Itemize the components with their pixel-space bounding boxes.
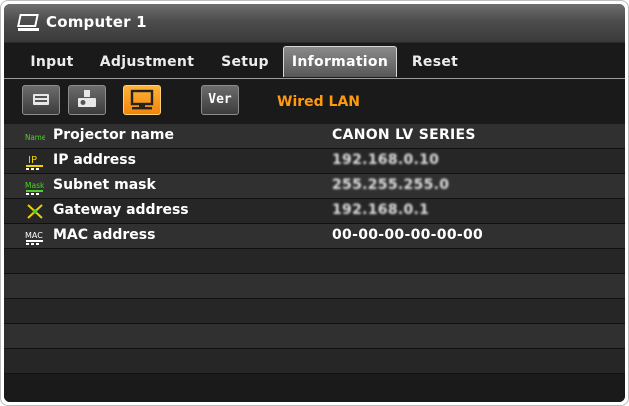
title-bar: Computer 1 — [4, 4, 625, 43]
empty-row — [4, 249, 625, 274]
display-info-button[interactable] — [22, 85, 60, 115]
empty-row — [4, 349, 625, 374]
tab-reset[interactable]: Reset — [404, 49, 466, 75]
tab-input[interactable]: Input — [22, 49, 82, 75]
row-label: Subnet mask — [53, 177, 156, 193]
info-list: Name Projector name CANON LV SERIES IP I… — [4, 124, 625, 374]
network-lan-icon — [130, 89, 154, 110]
version-icon: Ver — [208, 92, 232, 107]
footer-bar — [4, 380, 625, 402]
projector-menu-frame: Computer 1 Input Adjustment Setup Inform… — [0, 0, 629, 406]
mask-icon: Mask — [25, 181, 45, 195]
mac-icon: MAC — [25, 231, 43, 245]
info-toolbar: Ver Wired LAN — [4, 80, 625, 122]
ip-icon: IP — [26, 155, 43, 170]
info-row-ip-address: IP IP address 192.168.0.10 — [4, 149, 625, 174]
wired-lan-button[interactable] — [123, 85, 161, 115]
menu-tabs: Input Adjustment Setup Information Reset — [4, 43, 625, 79]
gateway-icon — [27, 204, 43, 219]
lamp-info-button[interactable] — [68, 85, 106, 115]
svg-text:MAC: MAC — [25, 231, 43, 240]
menu-panel: Computer 1 Input Adjustment Setup Inform… — [4, 4, 625, 402]
row-label: MAC address — [53, 227, 156, 243]
projector-lamp-icon — [78, 90, 96, 107]
row-label: Projector name — [53, 127, 174, 143]
tab-information[interactable]: Information — [283, 46, 397, 77]
row-value: 255.255.255.0 — [332, 177, 450, 193]
display-info-icon — [33, 94, 49, 105]
svg-text:IP: IP — [28, 155, 37, 166]
empty-row — [4, 274, 625, 299]
info-row-projector-name: Name Projector name CANON LV SERIES — [4, 124, 625, 149]
tab-adjustment[interactable]: Adjustment — [92, 49, 202, 75]
svg-text:Name: Name — [25, 133, 45, 142]
row-label: IP address — [53, 152, 136, 168]
svg-text:Mask: Mask — [25, 181, 45, 190]
info-row-mac-address: MAC MAC address 00-00-00-00-00-00 — [4, 224, 625, 249]
row-label: Gateway address — [53, 202, 189, 218]
row-value: 192.168.0.1 — [332, 202, 430, 218]
empty-row — [4, 324, 625, 349]
computer-monitor-icon — [17, 14, 39, 31]
version-button[interactable]: Ver — [201, 85, 239, 115]
name-icon: Name — [25, 133, 45, 142]
empty-row — [4, 299, 625, 324]
row-value: 00-00-00-00-00-00 — [332, 227, 484, 243]
row-value: 192.168.0.10 — [332, 152, 440, 168]
row-value: CANON LV SERIES — [332, 127, 476, 143]
tab-setup[interactable]: Setup — [210, 49, 280, 75]
window-title: Computer 1 — [46, 13, 147, 31]
info-row-subnet-mask: Mask Subnet mask 255.255.255.0 — [4, 174, 625, 199]
section-label: Wired LAN — [277, 94, 361, 110]
info-row-gateway-address: Gateway address 192.168.0.1 — [4, 199, 625, 224]
